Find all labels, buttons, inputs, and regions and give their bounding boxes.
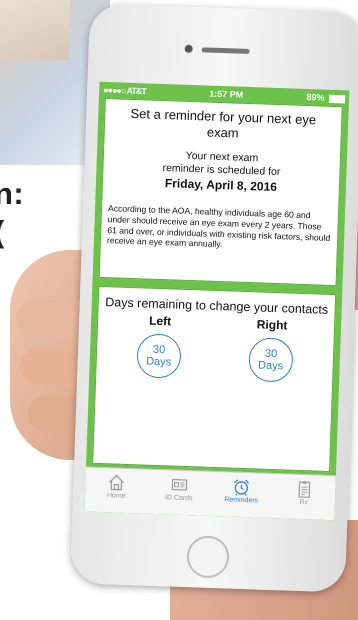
tab-reminders[interactable]: Reminders bbox=[211, 472, 272, 505]
tab-rx[interactable]: Rx bbox=[274, 474, 335, 507]
alarm-clock-icon bbox=[234, 479, 250, 496]
reminder-title: Set a reminder for your next eye exam bbox=[130, 105, 317, 141]
camera-icon bbox=[184, 44, 193, 53]
home-button[interactable] bbox=[186, 535, 230, 579]
battery-percent: 89% bbox=[306, 91, 325, 103]
background-headline: n: bbox=[0, 176, 25, 211]
tab-home-label: Home bbox=[106, 492, 126, 500]
battery-icon bbox=[328, 94, 346, 103]
contacts-card: Days remaining to change your contacts L… bbox=[92, 285, 337, 473]
right-days-value: 30 bbox=[264, 347, 278, 361]
right-days-button[interactable]: 30 Days bbox=[248, 337, 294, 383]
status-time: 1:57 PM bbox=[209, 88, 244, 100]
tab-reminders-label: Reminders bbox=[224, 496, 259, 505]
left-days-button[interactable]: 30 Days bbox=[136, 333, 182, 379]
background-headline-2: ( bbox=[0, 214, 4, 250]
contacts-eyes-row: Left 30 Days Right 30 Days bbox=[102, 312, 328, 384]
id-card-icon bbox=[171, 478, 187, 491]
tab-bar: Home ID Cards Reminders Rx bbox=[84, 466, 336, 521]
clipboard-icon bbox=[298, 481, 310, 498]
left-eye-label: Left bbox=[148, 313, 172, 329]
home-icon bbox=[109, 474, 125, 491]
right-days-unit: Days bbox=[257, 359, 284, 373]
phone-device: ●●●●○ AT&T 1:57 PM 89% Set a reminder fo… bbox=[69, 3, 358, 593]
tab-id-cards[interactable]: ID Cards bbox=[149, 470, 210, 503]
app-screen: ●●●●○ AT&T 1:57 PM 89% Set a reminder fo… bbox=[84, 81, 350, 521]
aoa-guidance-text: According to the AOA, healthy individual… bbox=[106, 203, 331, 250]
background-hair bbox=[0, 0, 70, 60]
left-days-unit: Days bbox=[145, 355, 172, 369]
right-eye-label: Right bbox=[256, 317, 288, 333]
tab-id-cards-label: ID Cards bbox=[164, 494, 193, 503]
carrier-signal: ●●●●○ AT&T bbox=[103, 84, 147, 97]
exam-reminder-card: Set a reminder for your next eye exam Yo… bbox=[98, 97, 343, 287]
left-eye-column: Left 30 Days bbox=[113, 312, 205, 379]
tab-home[interactable]: Home bbox=[86, 468, 147, 501]
left-days-value: 30 bbox=[152, 343, 166, 357]
battery-indicator: 89% bbox=[306, 91, 346, 103]
right-eye-column: Right 30 Days bbox=[225, 316, 317, 383]
tab-rx-label: Rx bbox=[299, 498, 309, 507]
speaker-grille bbox=[201, 47, 250, 54]
